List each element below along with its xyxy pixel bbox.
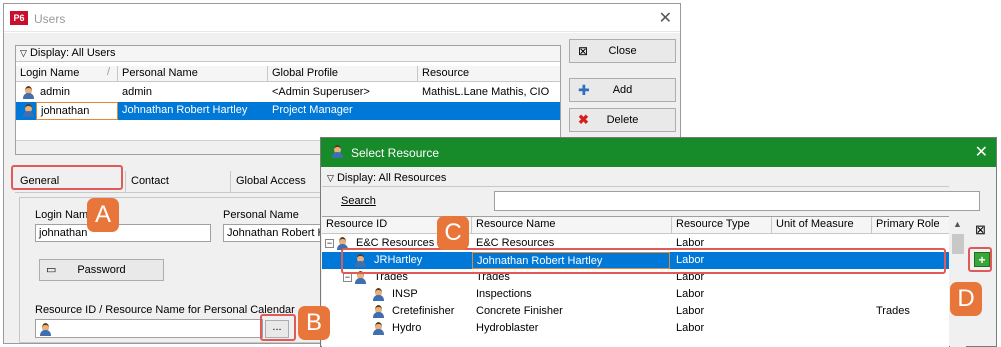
close-window-icon[interactable]: ⊠ bbox=[975, 222, 986, 238]
add-button-label: Add bbox=[612, 84, 633, 96]
cell-resource-id: Cretefinisher bbox=[392, 305, 455, 317]
cell-personal: Johnathan Robert Hartley bbox=[122, 104, 248, 116]
table-row[interactable]: admin admin <Admin Superuser> MathisL.La… bbox=[16, 84, 560, 102]
cell-resource-id: Hydro bbox=[392, 322, 422, 334]
col-resource[interactable]: Resource bbox=[418, 66, 560, 82]
delete-button-label: Delete bbox=[606, 114, 639, 126]
close-icon[interactable]: ✕ bbox=[975, 142, 988, 162]
col-personal-name[interactable]: Personal Name bbox=[118, 66, 268, 82]
search-label: Search bbox=[341, 195, 376, 207]
cell-primary-role: Trades bbox=[876, 305, 910, 317]
person-icon bbox=[372, 303, 388, 321]
highlight-assign-button bbox=[968, 247, 992, 272]
select-resource-titlebar: Select Resource ✕ bbox=[321, 138, 996, 167]
password-button[interactable]: ▭ Password bbox=[39, 259, 164, 281]
add-button[interactable]: ✚ Add bbox=[569, 78, 676, 102]
resource-grid: Resource ID Resource Name Resource Type … bbox=[322, 216, 949, 347]
users-display-label: Display: All Users bbox=[29, 47, 116, 59]
password-button-label: Password bbox=[77, 264, 126, 276]
select-resource-dialog: Select Resource ✕ ▽ Display: All Resourc… bbox=[320, 137, 997, 347]
login-name-label: Login Name bbox=[35, 209, 95, 221]
person-icon bbox=[331, 145, 344, 158]
cell-resource-type: Labor bbox=[676, 322, 705, 334]
annotation-badge-b: B bbox=[298, 306, 330, 340]
cell-unit-of-measure bbox=[772, 286, 872, 303]
resources-display-label: Display: All Resources bbox=[336, 172, 447, 184]
scroll-thumb[interactable] bbox=[952, 234, 964, 254]
highlight-browse-button bbox=[260, 314, 296, 341]
cell-login[interactable]: johnathan bbox=[36, 102, 118, 120]
admin-user-icon bbox=[18, 84, 36, 102]
tree-collapse-icon[interactable]: − bbox=[325, 239, 334, 248]
login-name-field[interactable]: johnathan bbox=[35, 224, 211, 242]
person-icon bbox=[372, 286, 388, 304]
cell-resource bbox=[418, 102, 560, 120]
chevron-down-icon: ▽ bbox=[327, 173, 334, 183]
users-close-x-icon[interactable]: ✕ bbox=[659, 8, 672, 28]
cell-profile: <Admin Superuser> bbox=[272, 86, 370, 98]
close-window-icon: ⊠ bbox=[578, 44, 589, 58]
divider bbox=[322, 186, 949, 187]
chevron-down-icon: ▽ bbox=[20, 48, 27, 58]
resource-calendar-field[interactable] bbox=[35, 319, 263, 338]
users-grid-header: Login Name / Personal Name Global Profil… bbox=[16, 66, 560, 82]
column-sort-icon: / bbox=[107, 66, 111, 78]
person-icon bbox=[18, 102, 36, 120]
password-icon: ▭ bbox=[46, 264, 57, 276]
col-resource-type[interactable]: Resource Type bbox=[672, 217, 772, 233]
delete-x-icon: ✖ bbox=[578, 112, 589, 127]
cell-resource: MathisL.Lane Mathis, CIO bbox=[422, 86, 550, 98]
resource-calendar-label: Resource ID / Resource Name for Personal… bbox=[35, 304, 295, 316]
cell-resource-type: Labor bbox=[676, 305, 705, 317]
personal-name-label: Personal Name bbox=[223, 209, 299, 221]
highlight-selected-resource bbox=[341, 248, 946, 274]
search-input[interactable] bbox=[494, 191, 980, 211]
tab-contact[interactable]: Contact bbox=[125, 171, 225, 193]
cell-primary-role bbox=[872, 286, 949, 303]
col-resource-name[interactable]: Resource Name bbox=[472, 217, 672, 233]
close-button[interactable]: ⊠ Close bbox=[569, 39, 676, 63]
resource-row[interactable]: Hydro Hydroblaster Labor bbox=[322, 320, 949, 337]
resource-row[interactable]: INSP Inspections Labor bbox=[322, 286, 949, 303]
select-resource-title: Select Resource bbox=[351, 146, 440, 160]
col-global-profile[interactable]: Global Profile bbox=[268, 66, 418, 82]
highlight-general-tab bbox=[11, 165, 123, 190]
cell-resource-name: Hydroblaster bbox=[476, 322, 539, 334]
users-display-filter[interactable]: ▽ Display: All Users bbox=[16, 46, 560, 62]
cell-unit-of-measure bbox=[772, 303, 872, 320]
col-unit-of-measure[interactable]: Unit of Measure bbox=[772, 217, 872, 233]
cell-unit-of-measure bbox=[772, 320, 872, 337]
tree-collapse-icon[interactable]: − bbox=[343, 273, 352, 282]
person-icon bbox=[372, 320, 388, 338]
scroll-up-icon[interactable]: ▲ bbox=[953, 219, 962, 229]
p6-logo: P6 bbox=[10, 11, 28, 25]
cell-resource-name: Inspections bbox=[476, 288, 532, 300]
col-primary-role[interactable]: Primary Role bbox=[872, 217, 949, 233]
resources-display-filter[interactable]: ▽ Display: All Resources bbox=[327, 172, 446, 184]
cell-profile: Project Manager bbox=[272, 104, 353, 116]
personal-name-field[interactable]: Johnathan Robert Hartley bbox=[223, 224, 323, 242]
users-titlebar: P6 Users ✕ bbox=[4, 4, 680, 32]
tab-global-access[interactable]: Global Access bbox=[230, 171, 325, 193]
annotation-badge-a: A bbox=[87, 198, 119, 232]
cell-login: admin bbox=[40, 86, 70, 98]
col-login-name[interactable]: Login Name bbox=[16, 66, 118, 82]
cell-personal: admin bbox=[122, 86, 152, 98]
annotation-badge-d: D bbox=[950, 282, 982, 316]
cell-resource-type: Labor bbox=[676, 288, 705, 300]
annotation-badge-c: C bbox=[437, 216, 469, 250]
cell-primary-role bbox=[872, 320, 949, 337]
add-plus-icon: ✚ bbox=[578, 82, 590, 98]
cell-resource-name: Concrete Finisher bbox=[476, 305, 563, 317]
close-button-label: Close bbox=[608, 45, 637, 57]
users-window-title: Users bbox=[34, 12, 66, 26]
delete-button[interactable]: ✖ Delete bbox=[569, 108, 676, 132]
resource-grid-header: Resource ID Resource Name Resource Type … bbox=[322, 217, 949, 234]
resource-row[interactable]: Cretefinisher Concrete Finisher Labor Trade… bbox=[322, 303, 949, 320]
person-icon bbox=[39, 322, 52, 336]
cell-resource-id: INSP bbox=[392, 288, 418, 300]
table-row-selected[interactable]: johnathan Johnathan Robert Hartley Proje… bbox=[16, 102, 560, 120]
